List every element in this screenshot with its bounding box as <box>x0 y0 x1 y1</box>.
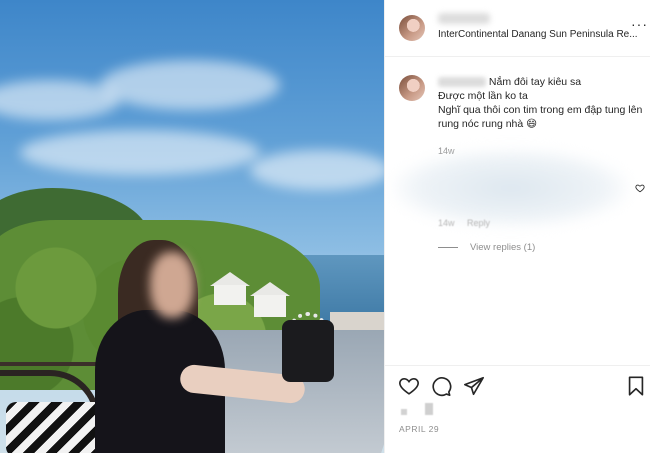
comment-icon[interactable] <box>430 375 452 397</box>
likes-blur-block <box>401 409 407 415</box>
likes-blur-block <box>425 403 434 415</box>
caption-username-blurred[interactable] <box>438 77 486 88</box>
caption-line: Nghĩ qua thôi con tim trong em đập tung … <box>438 104 643 130</box>
view-replies-divider <box>438 247 458 248</box>
post-date[interactable]: APRIL 29 <box>399 424 439 434</box>
caption-line: Được một lần ko ta <box>438 90 528 102</box>
photo-bag <box>282 320 334 382</box>
photo-person-face-blurred <box>150 252 194 318</box>
caption-line-text: Nắm đôi tay kiêu sa <box>488 76 582 88</box>
post-actions: APRIL 29 <box>385 365 650 453</box>
villa-roof <box>210 272 250 286</box>
heart-icon[interactable] <box>398 375 420 397</box>
caption-line: Nắm đôi tay kiêu sa <box>438 75 643 89</box>
post-photo[interactable] <box>0 0 384 453</box>
comment-like-icon[interactable] <box>635 183 645 193</box>
share-icon[interactable] <box>463 375 485 397</box>
post-side-panel: InterContinental Danang Sun Peninsula Re… <box>384 0 650 453</box>
villa <box>254 295 286 317</box>
comments-section: Nắm đôi tay kiêu sa Được một lần ko ta N… <box>385 57 650 365</box>
view-replies-link[interactable]: View replies (1) <box>438 242 535 253</box>
comment-timestamp: 14w <box>438 218 455 228</box>
more-icon[interactable]: ··· <box>631 16 648 32</box>
author-avatar[interactable] <box>399 15 425 41</box>
villa <box>214 285 246 305</box>
photo-cloud <box>100 60 280 110</box>
comment-meta: 14w Reply <box>438 218 490 228</box>
photo-cloud <box>20 130 260 175</box>
photo-cloud <box>250 150 384 190</box>
bookmark-icon[interactable] <box>625 375 647 397</box>
blurred-comment <box>393 149 629 227</box>
villa-roof <box>250 282 290 296</box>
photo-striped-cushion <box>6 402 106 453</box>
post-location[interactable]: InterContinental Danang Sun Peninsula Re… <box>438 29 643 40</box>
caption-author-avatar[interactable] <box>399 75 425 101</box>
view-replies-label: View replies (1) <box>470 242 536 253</box>
likes-count-blurred[interactable] <box>401 402 434 420</box>
post-header: InterContinental Danang Sun Peninsula Re… <box>385 0 650 57</box>
reply-button[interactable]: Reply <box>467 218 490 228</box>
instagram-post: InterContinental Danang Sun Peninsula Re… <box>0 0 650 453</box>
author-username-blurred[interactable] <box>438 13 490 24</box>
post-caption: Nắm đôi tay kiêu sa Được một lần ko ta N… <box>438 75 643 131</box>
